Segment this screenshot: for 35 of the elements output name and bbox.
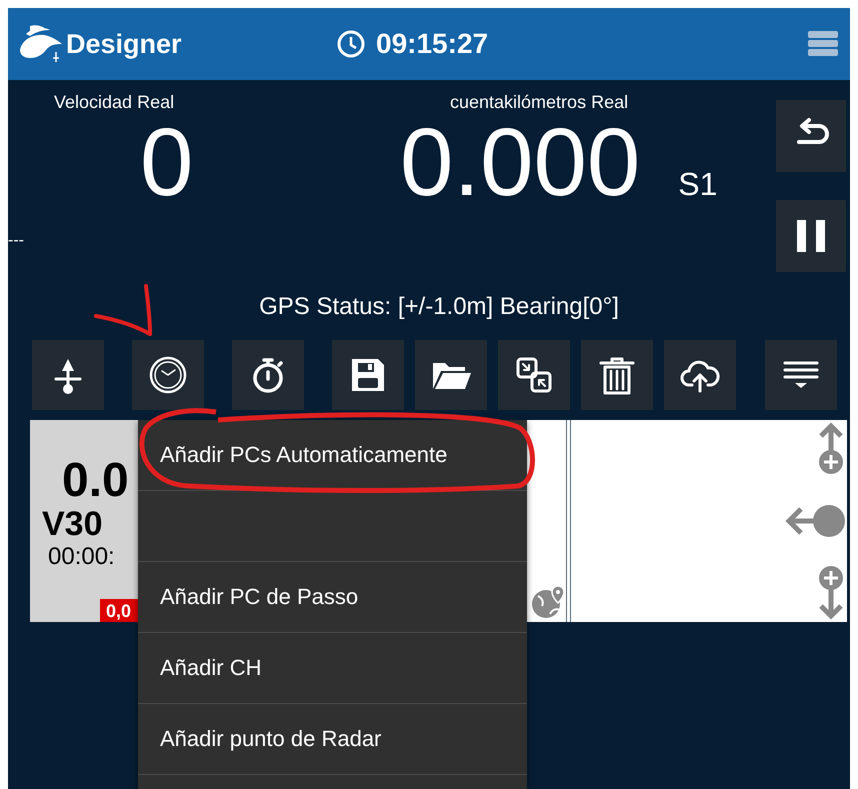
menu-item[interactable]: Añadir CH <box>138 633 527 704</box>
gps-status: GPS Status: [+/-1.0m] Bearing[0°] <box>259 292 619 322</box>
toolbar-button[interactable] <box>232 340 304 410</box>
toolbar-button[interactable] <box>415 340 487 410</box>
clock-icon <box>336 29 366 59</box>
clock-time: 09:15:27 <box>376 28 488 60</box>
toolbar-button[interactable] <box>332 340 404 410</box>
trash-icon <box>597 355 637 395</box>
menu-button[interactable] <box>808 31 838 57</box>
clock-icon <box>148 355 188 395</box>
swap-squares-icon <box>514 355 554 395</box>
card-name: V30 <box>42 506 104 542</box>
card-value: 0.0 <box>62 456 130 506</box>
speed-value: 0 <box>140 113 194 213</box>
card-badge: 0,0 <box>100 599 138 622</box>
speed-label: Velocidad Real <box>54 92 176 113</box>
point-card[interactable]: 0.0 V30 00:00: 0,0 <box>30 420 138 622</box>
menu-icon <box>808 31 838 57</box>
toolbar-button[interactable] <box>664 340 736 410</box>
card-time: 00:00: <box>48 542 116 572</box>
odometer-value: 0.000 <box>400 113 640 213</box>
app-title: Designer <box>66 28 182 60</box>
menu-item[interactable]: Añadir punto de Radar <box>138 704 527 775</box>
section-label: S1 <box>678 166 718 203</box>
toolbar-button[interactable] <box>132 340 204 410</box>
toolbar-button[interactable] <box>765 340 837 410</box>
toolbar-button[interactable] <box>498 340 570 410</box>
pause-button[interactable] <box>776 200 846 272</box>
undo-button[interactable] <box>776 100 846 172</box>
menu-item[interactable]: Añadir PCs Automaticamente <box>138 420 527 491</box>
menu-item[interactable]: Añadir PC de Passo <box>138 562 527 633</box>
toolbar-button[interactable] <box>581 340 653 410</box>
side-text: --- <box>8 232 24 250</box>
toolbar-button[interactable] <box>32 340 104 410</box>
odometer-label: cuentakilómetros Real <box>450 92 628 113</box>
